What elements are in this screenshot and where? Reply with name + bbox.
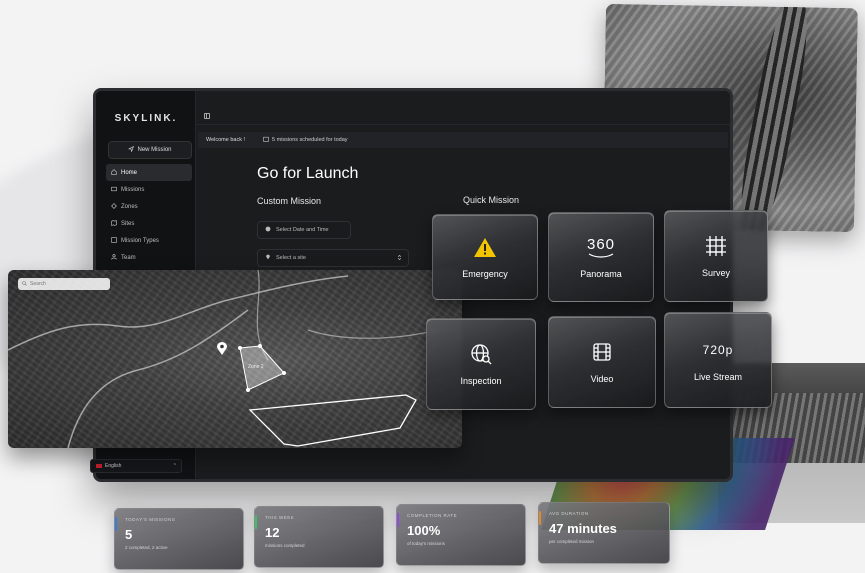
map-overlay	[8, 270, 439, 448]
quick-mission-emergency[interactable]: Emergency	[432, 214, 538, 300]
stat-accent	[397, 513, 399, 527]
zones-icon	[111, 202, 117, 211]
quick-mission-survey[interactable]: Survey	[664, 210, 768, 302]
sidebar-item-label: Mission Types	[121, 237, 159, 244]
sites-icon	[111, 219, 117, 228]
sidebar-item-label: Team	[121, 254, 136, 261]
mission-types-icon	[111, 236, 117, 245]
stat-value: 12	[265, 525, 280, 540]
sidebar-item-label: Missions	[121, 186, 145, 193]
site-boundary	[248, 394, 417, 447]
page-title: Go for Launch	[257, 165, 359, 182]
globe-search-icon	[470, 342, 492, 366]
site-select-placeholder: Select a site	[276, 255, 306, 261]
warning-icon	[473, 235, 497, 259]
stat-value: 47 minutes	[549, 521, 617, 536]
stat-value: 5	[125, 527, 133, 542]
tile-label: Emergency	[462, 269, 508, 279]
quick-mission-inspection[interactable]: Inspection	[426, 318, 536, 410]
tile-label: Survey	[701, 268, 730, 278]
date-time-placeholder: Select Date and Time	[276, 227, 329, 233]
map-search-placeholder: Search	[30, 281, 46, 287]
stat-label: COMPLETION RATE	[407, 513, 458, 518]
schedule-info: 5 missions scheduled for today	[263, 136, 348, 144]
calendar-icon	[263, 136, 269, 144]
quick-mission-video[interactable]: Video	[548, 316, 656, 408]
tile-label: Panorama	[580, 269, 622, 279]
stat-card-completion-rate: COMPLETION RATE 100% of today's missions	[396, 504, 526, 566]
sidebar-item-label: Home	[121, 169, 138, 176]
stat-label: TODAY'S MISSIONS	[125, 517, 176, 522]
stat-accent	[539, 511, 541, 525]
send-icon	[128, 145, 135, 154]
new-mission-label: New Mission	[137, 147, 172, 153]
language-selector[interactable]: English ⌃	[90, 459, 182, 473]
welcome-text: Welcome back !	[206, 137, 246, 143]
flag-icon	[96, 464, 102, 468]
quick-mission-title: Quick Mission	[463, 195, 520, 205]
sidebar-item-missions[interactable]: Missions	[106, 181, 192, 198]
map-pin-icon[interactable]	[217, 342, 227, 360]
tile-label: Video	[590, 374, 614, 384]
panorama-360-icon: 360	[587, 235, 615, 259]
live-stream-icon: 720p	[702, 343, 734, 357]
stat-sub: 2 completed, 2 active	[125, 545, 168, 550]
stat-label: THIS WEEK	[265, 515, 295, 520]
stat-card-avg-duration: AVG DURATION 47 minutes per completed mi…	[538, 502, 670, 564]
location-pin-icon	[265, 254, 271, 262]
zone-label: Zone 2	[248, 364, 264, 370]
stat-value: 100%	[407, 523, 441, 538]
app-logo: SKYLINK.	[114, 113, 178, 124]
stat-card-this-week: THIS WEEK 12 missions completed	[254, 506, 384, 568]
stat-accent	[255, 515, 257, 529]
sidebar-toggle-icon[interactable]	[204, 106, 210, 124]
welcome-bar: Welcome back ! 5 missions scheduled for …	[198, 132, 728, 148]
stat-sub: of today's missions	[407, 541, 445, 546]
sidebar-item-team[interactable]: Team	[106, 249, 192, 266]
stat-accent	[115, 517, 117, 531]
sidebar-item-label: Sites	[121, 220, 135, 227]
clock-icon	[265, 226, 271, 234]
sidebar-item-sites[interactable]: Sites	[106, 215, 192, 232]
language-label: English	[105, 463, 122, 469]
new-mission-button[interactable]: New Mission	[108, 141, 192, 159]
top-bar	[196, 105, 730, 125]
custom-mission-title: Custom Mission	[257, 196, 322, 206]
site-select[interactable]: Select a site	[257, 249, 409, 267]
sidebar-item-home[interactable]: Home	[106, 164, 192, 181]
chevron-updown-icon: ⌃	[172, 463, 177, 469]
sidebar-item-label: Zones	[121, 203, 138, 210]
stat-label: AVG DURATION	[549, 511, 589, 516]
search-icon	[22, 280, 27, 288]
sidebar-item-mission-types[interactable]: Mission Types	[106, 232, 192, 249]
home-icon	[111, 168, 117, 177]
chevron-updown-icon	[397, 254, 402, 263]
map-view[interactable]: Zone 2 Search	[8, 270, 462, 448]
stat-sub: missions completed	[265, 543, 305, 548]
missions-icon	[111, 186, 117, 194]
date-time-field[interactable]: Select Date and Time	[257, 221, 351, 239]
stat-card-todays-missions: TODAY'S MISSIONS 5 2 completed, 2 active	[114, 508, 244, 570]
schedule-text: 5 missions scheduled for today	[272, 137, 348, 143]
quick-mission-panorama[interactable]: 360 Panorama	[548, 212, 654, 302]
tile-label: Inspection	[460, 376, 502, 386]
map-search-input[interactable]: Search	[18, 278, 110, 290]
stat-sub: per completed mission	[549, 539, 595, 544]
film-icon	[592, 340, 612, 364]
team-icon	[111, 253, 117, 262]
quick-mission-live-stream[interactable]: 720p Live Stream	[664, 312, 772, 408]
sidebar-item-zones[interactable]: Zones	[106, 198, 192, 215]
sidebar-nav: Home Missions Zones Sites Mission Types …	[106, 164, 192, 266]
grid-survey-icon	[705, 234, 727, 258]
tile-label: Live Stream	[693, 372, 743, 382]
